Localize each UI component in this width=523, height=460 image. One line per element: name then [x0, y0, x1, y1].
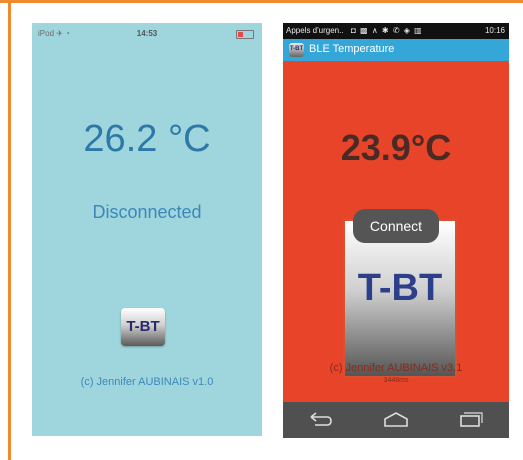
frame-left-border [8, 3, 11, 460]
recents-icon[interactable] [455, 411, 485, 429]
android-subtext: 3448ms [383, 377, 409, 384]
ios-connection-state: Disconnected [92, 202, 202, 222]
ios-tbt-logo[interactable]: T-BT [121, 308, 165, 346]
app-icon[interactable]: T-BT [289, 43, 304, 57]
home-icon[interactable] [381, 411, 411, 429]
battery-icon [236, 30, 254, 39]
ios-logo-text: T-BT [126, 318, 160, 335]
android-copyright: (c) Jennifer AUBINAIS v3.1 [329, 362, 463, 374]
android-nav-bar [283, 402, 509, 438]
ios-temperature: 26.2 °C [83, 118, 211, 160]
android-logo-text: T-BT [357, 267, 443, 309]
frame-top-border [0, 0, 523, 3]
android-temperature: 23.9°C [340, 127, 452, 168]
android-action-bar: T-BT BLE Temperature [283, 39, 509, 61]
back-icon[interactable] [305, 411, 335, 429]
ios-status-time: 14:53 [136, 29, 158, 38]
ios-copyright: (c) Jennifer AUBINAIS v1.0 [80, 376, 214, 388]
android-status-icons: ◘ ▩ ∧ ✱ ✆ ◈ ▥ [351, 26, 423, 35]
android-status-notification: Appels d'urgen.. [286, 26, 344, 35]
ios-status-bar: iPod ✈ ◔ 14:53 [32, 23, 262, 45]
android-screen: Appels d'urgen.. ◘ ▩ ∧ ✱ ✆ ◈ ▥ 10:16 T-B… [283, 23, 509, 438]
android-app-title: BLE Temperature [309, 43, 395, 55]
android-status-bar: Appels d'urgen.. ◘ ▩ ∧ ✱ ✆ ◈ ▥ 10:16 [283, 23, 509, 39]
ios-screen: iPod ✈ ◔ 14:53 26.2 °C Disconnected T-BT… [32, 23, 262, 436]
app-icon-text: T-BT [289, 46, 304, 52]
connect-button[interactable]: Connect [353, 209, 439, 243]
android-status-clock: 10:16 [484, 26, 505, 35]
